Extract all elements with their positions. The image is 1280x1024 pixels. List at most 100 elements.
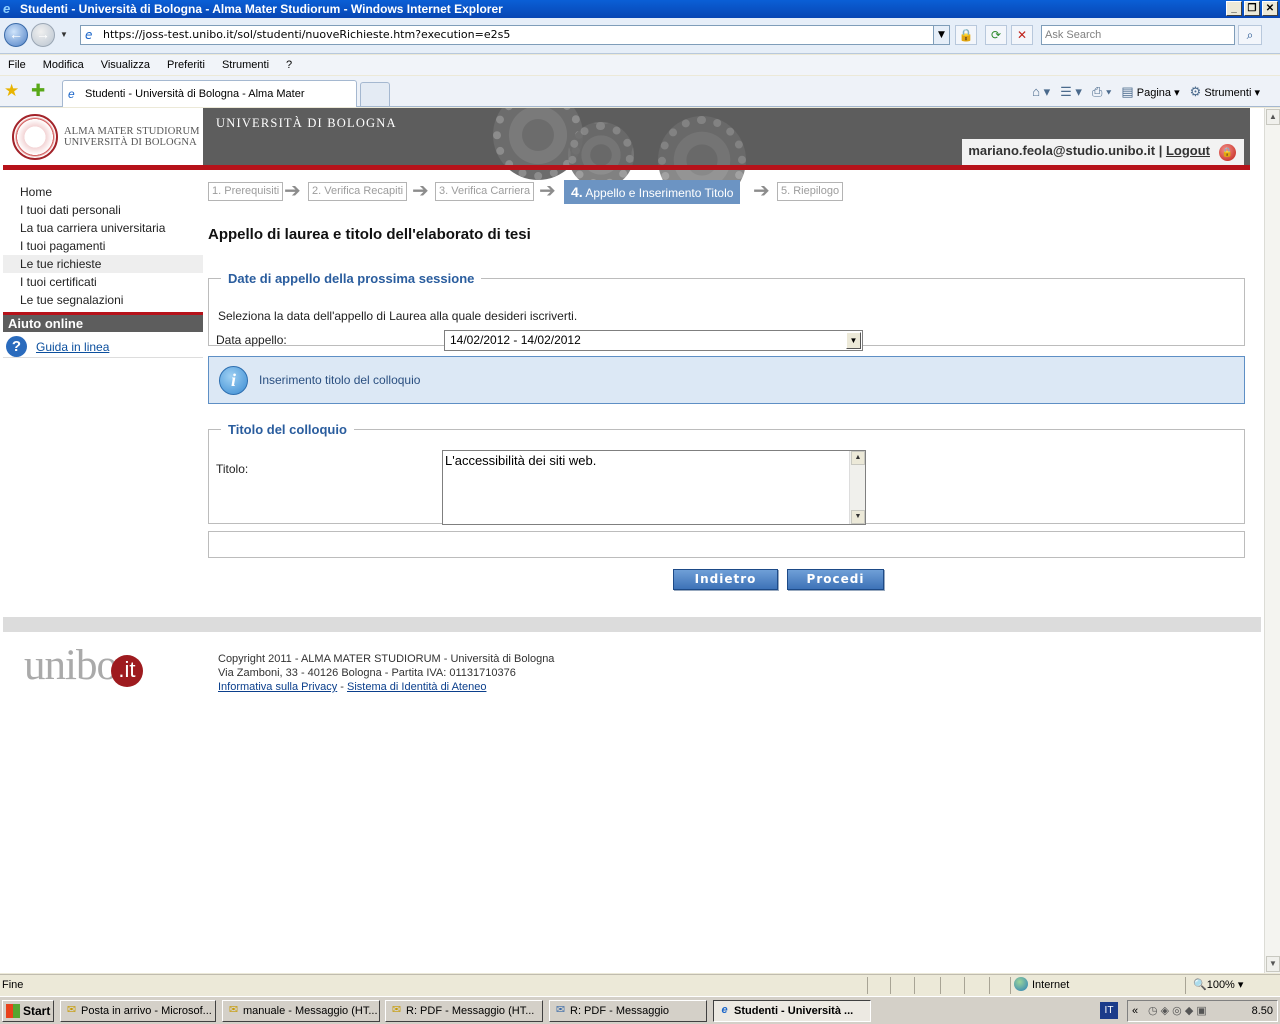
language-indicator[interactable]: IT <box>1100 1002 1118 1019</box>
scroll-down-icon[interactable]: ▼ <box>851 510 865 524</box>
sidebar-item-certificati[interactable]: I tuoi certificati <box>3 273 203 291</box>
identity-link[interactable]: Sistema di Identità di Ateneo <box>347 681 486 693</box>
page-menu[interactable]: ▤ Pagina ▾ <box>1121 84 1179 100</box>
info-icon: i <box>219 366 248 395</box>
restore-button[interactable]: ❐ <box>1244 1 1260 16</box>
data-appello-select[interactable]: 14/02/2012 - 14/02/2012 ▼ <box>444 330 863 351</box>
menu-modifica[interactable]: Modifica <box>43 59 84 71</box>
tab-studenti[interactable]: e Studenti - Università di Bologna - Alm… <box>62 80 357 126</box>
textarea-scrollbar[interactable]: ▲ ▼ <box>849 451 865 524</box>
menu-preferiti[interactable]: Preferiti <box>167 59 205 71</box>
sidebar-item-segnalazioni[interactable]: Le tue segnalazioni <box>3 291 203 309</box>
back-button[interactable]: ← <box>4 23 28 47</box>
page-scrollbar[interactable]: ▲ ▼ <box>1264 108 1280 973</box>
proceed-button[interactable]: Procedi <box>787 569 884 590</box>
help-row: ? Guida in linea <box>3 332 203 358</box>
step-appello-titolo: 4. Appello e Inserimento Titolo <box>564 180 741 204</box>
status-divider <box>914 977 915 994</box>
alma-mater-line1: ALMA MATER STUDIORUM <box>64 126 200 137</box>
appello-legend: Date di appello della prossima sessione <box>228 271 475 286</box>
window-controls: _ ❐ ✕ <box>1226 1 1278 16</box>
status-bar: Fine Internet 🔍100% ▾ <box>0 974 1280 996</box>
menu-help[interactable]: ? <box>286 59 292 71</box>
logout-link[interactable]: Logout <box>1166 143 1210 158</box>
mail-icon: ✉ <box>391 1004 402 1016</box>
titolo-textarea[interactable]: L'accessibilità dei siti web. ▲ ▼ <box>442 450 866 525</box>
sidebar-item-dati-personali[interactable]: I tuoi dati personali <box>3 201 203 219</box>
sidebar-item-carriera[interactable]: La tua carriera universitaria <box>3 219 203 237</box>
step-arrow-icon: ➔ <box>539 180 556 202</box>
scroll-up-icon[interactable]: ▲ <box>851 451 865 465</box>
security-zone[interactable]: Internet <box>1014 975 1069 995</box>
taskbar-item-studenti[interactable]: e Studenti - Università ... <box>713 1000 871 1022</box>
zoom-icon: 🔍 <box>1193 979 1207 991</box>
address-toolbar: ← → ▼ e https://joss-test.unibo.it/sol/s… <box>0 18 1280 54</box>
menu-strumenti[interactable]: Strumenti <box>222 59 269 71</box>
taskbar-item-label: R: PDF - Messaggio (HT... <box>406 1005 535 1017</box>
mail-icon: ✉ <box>228 1004 239 1016</box>
taskbar-item-manuale[interactable]: ✉ manuale - Messaggio (HT... <box>222 1000 380 1022</box>
feeds-icon[interactable]: ☰ ▾ <box>1060 84 1082 100</box>
menu-file[interactable]: File <box>8 59 26 71</box>
menu-bar: File Modifica Visualizza Preferiti Strum… <box>0 55 1280 75</box>
scroll-up-icon[interactable]: ▲ <box>1266 109 1280 125</box>
status-divider <box>1185 977 1186 994</box>
outlook-icon: ✉ <box>66 1004 77 1016</box>
unibo-logo[interactable]: unibo.it <box>24 643 143 689</box>
step-prerequisiti: 1. Prerequisiti <box>208 182 284 201</box>
print-icon[interactable]: ⎙ ▾ <box>1092 84 1111 100</box>
chevron-down-icon[interactable]: ▼ <box>846 332 861 349</box>
alma-mater-logo[interactable]: ALMA MATER STUDIORUM UNIVERSITÀ DI BOLOG… <box>3 108 203 165</box>
help-link[interactable]: Guida in linea <box>36 340 109 354</box>
titolo-value: L'accessibilità dei siti web. <box>445 453 597 468</box>
close-window-button[interactable]: ✕ <box>1262 1 1278 16</box>
search-icon[interactable]: ⌕ <box>1238 25 1262 45</box>
windows-logo-icon <box>6 1004 20 1018</box>
address-bar[interactable]: e https://joss-test.unibo.it/sol/student… <box>80 25 950 45</box>
add-favorite-icon[interactable]: ✚ <box>31 82 45 100</box>
refresh-icon[interactable]: ⟳ <box>985 25 1007 45</box>
security-zone-label: Internet <box>1032 979 1070 991</box>
privacy-link[interactable]: Informativa sulla Privacy <box>218 681 337 693</box>
menu-visualizza[interactable]: Visualizza <box>101 59 150 71</box>
logout-lock-icon[interactable]: 🔒 <box>1219 144 1236 161</box>
sidebar-item-pagamenti[interactable]: I tuoi pagamenti <box>3 237 203 255</box>
tray-expand-icon[interactable]: « <box>1132 1001 1138 1021</box>
forward-button[interactable]: → <box>31 23 55 47</box>
university-name: UNIVERSITÀ DI BOLOGNA <box>216 116 397 130</box>
step-arrow-icon: ➔ <box>753 180 770 202</box>
home-icon[interactable]: ⌂ ▾ <box>1032 84 1050 100</box>
minimize-button[interactable]: _ <box>1226 1 1242 16</box>
page-menu-label: Pagina <box>1136 87 1172 99</box>
ie-logo-icon: e <box>721 1004 728 1016</box>
back-step-button[interactable]: Indietro <box>673 569 778 590</box>
start-button[interactable]: Start <box>2 1000 54 1022</box>
step-active-label: Appello e Inserimento Titolo <box>585 186 734 200</box>
favorites-star-icon[interactable]: ★ <box>4 82 19 100</box>
alma-mater-text: ALMA MATER STUDIORUM UNIVERSITÀ DI BOLOG… <box>64 126 200 148</box>
address-dropdown-icon[interactable]: ▼ <box>933 26 949 44</box>
gear-decoration-icon <box>568 122 634 188</box>
scroll-down-icon[interactable]: ▼ <box>1266 956 1280 972</box>
lock-icon[interactable]: 🔒 <box>955 25 977 45</box>
tools-menu[interactable]: ⚙ Strumenti ▾ <box>1190 84 1260 100</box>
sidebar-item-home[interactable]: Home <box>3 183 203 201</box>
tray-icons[interactable]: ◷ ◈ ◎ ◆ ▣ <box>1148 1001 1207 1021</box>
data-appello-value: 14/02/2012 - 14/02/2012 <box>450 333 581 347</box>
taskbar-item-label: R: PDF - Messaggio <box>570 1005 670 1017</box>
info-text: Inserimento titolo del colloquio <box>259 373 421 387</box>
taskbar-item-outlook[interactable]: ✉ Posta in arrivo - Microsof... <box>60 1000 216 1022</box>
user-separator: | <box>1158 143 1163 158</box>
new-tab-button[interactable] <box>360 82 390 106</box>
sidebar-item-richieste[interactable]: Le tue richieste <box>3 255 203 273</box>
page-icon: e <box>85 28 93 42</box>
stop-icon[interactable]: ✕ <box>1011 25 1033 45</box>
zoom-level[interactable]: 🔍100% ▾ <box>1193 975 1243 995</box>
help-question-icon: ? <box>6 336 27 357</box>
search-input[interactable]: Ask Search <box>1041 25 1235 45</box>
header-band: UNIVERSITÀ DI BOLOGNA mariano.feola@stud… <box>203 108 1250 204</box>
taskbar-item-rpdf-1[interactable]: ✉ R: PDF - Messaggio (HT... <box>385 1000 543 1022</box>
recent-pages-dropdown-icon[interactable]: ▼ <box>60 30 68 39</box>
taskbar-item-rpdf-2[interactable]: ✉ R: PDF - Messaggio <box>549 1000 707 1022</box>
university-seal-icon <box>12 114 58 160</box>
